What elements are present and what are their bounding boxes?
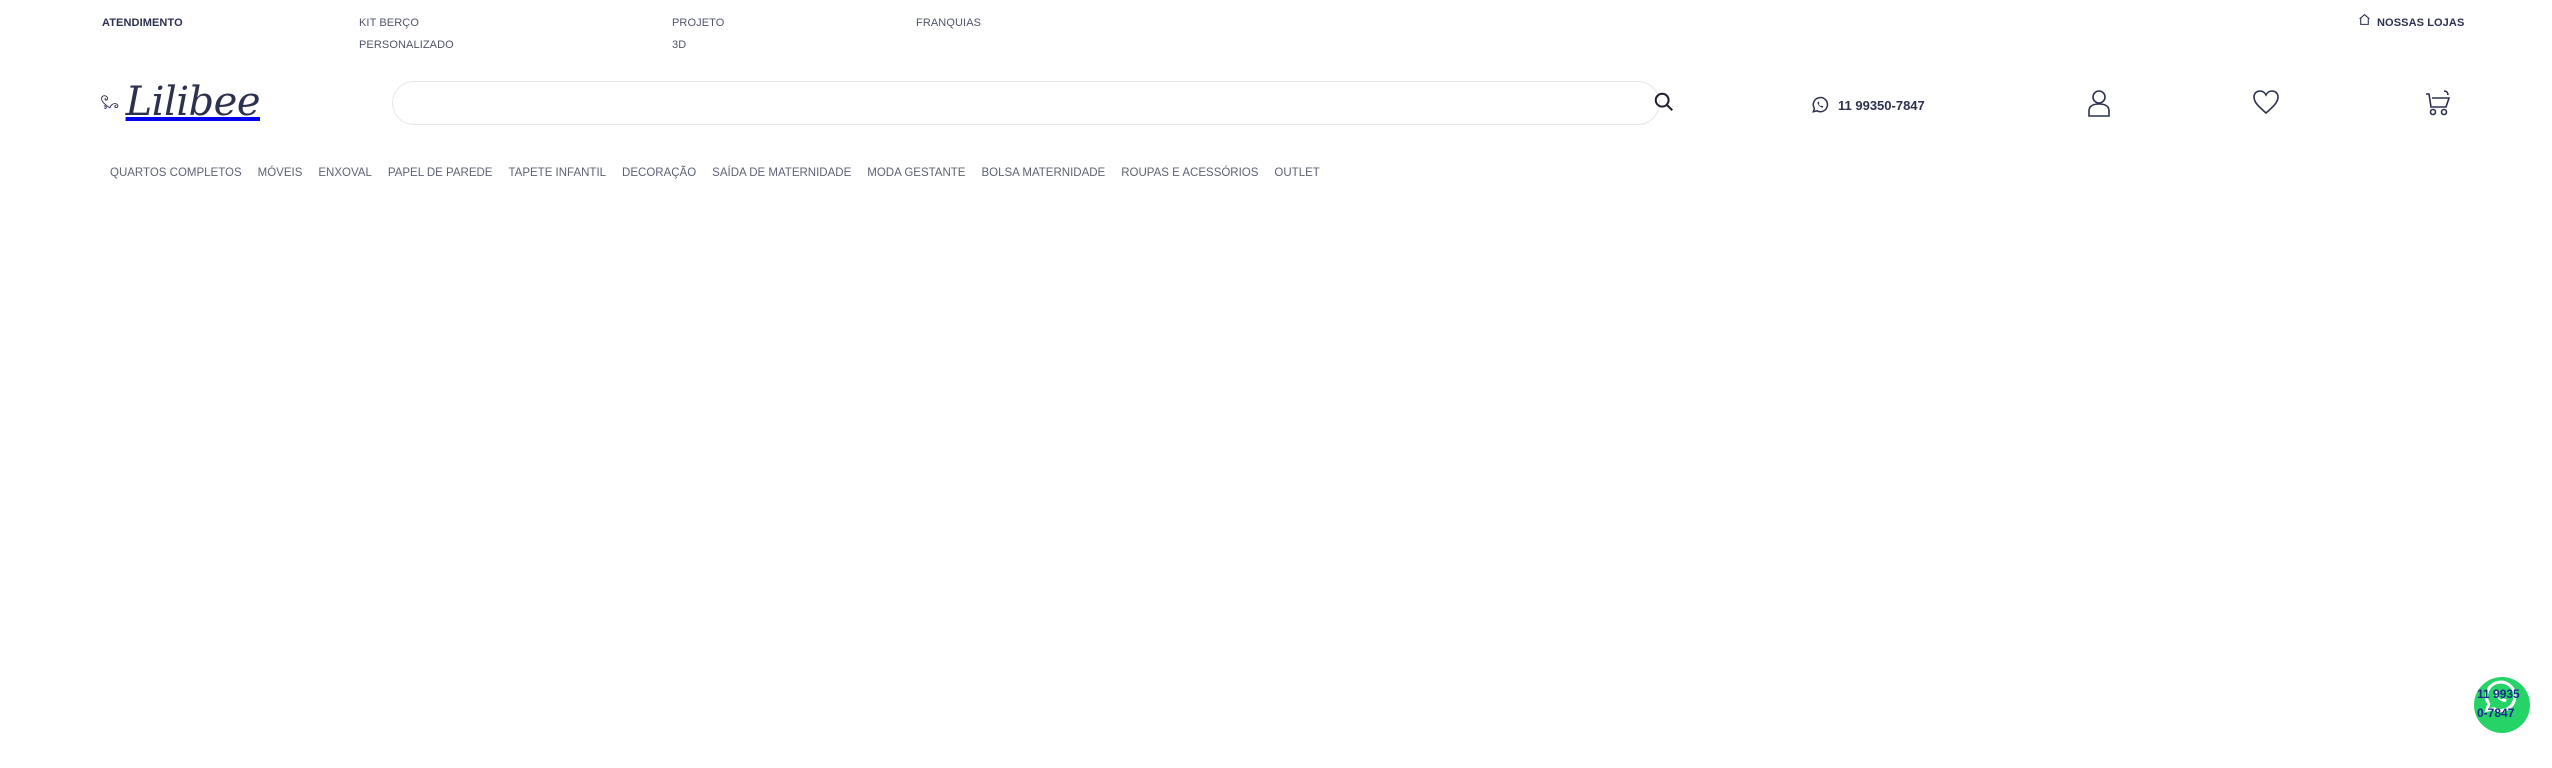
wishlist-button[interactable] [2252, 89, 2280, 115]
phone-number: 11 99350-7847 [1838, 97, 1925, 113]
account-button[interactable] [2086, 89, 2112, 117]
nav-moveis[interactable]: MÓVEIS [250, 162, 311, 184]
user-icon [2088, 90, 2110, 117]
nossas-lojas-label: NOSSAS LOJAS [2377, 17, 2465, 29]
nav-enxoval[interactable]: ENXOVAL [310, 162, 379, 184]
nav-quartos-completos[interactable]: QUARTOS COMPLETOS [102, 162, 250, 184]
link-nossas-lojas[interactable]: NOSSAS LOJAS [2358, 12, 2464, 34]
nav-moda-gestante[interactable]: MODA GESTANTE [859, 162, 973, 184]
logo-text: Lilibee [125, 79, 261, 125]
link-franquias[interactable]: FRANQUIAS [916, 12, 981, 34]
search-button[interactable] [1650, 88, 1678, 116]
nav-bolsa-maternidade[interactable]: BOLSA MATERNIDADE [973, 162, 1113, 184]
whatsapp-float-number: 11 99350-7847 [2477, 687, 2520, 720]
search-input[interactable] [393, 82, 1659, 124]
nav-saida-de-maternidade[interactable]: SAÍDA DE MATERNIDADE [704, 162, 859, 184]
nav-outlet[interactable]: OUTLET [1266, 162, 1327, 184]
search-box [392, 81, 1660, 125]
search-icon [1654, 92, 1673, 111]
nav-papel-de-parede[interactable]: PAPEL DE PAREDE [380, 162, 501, 184]
home-icon [2358, 12, 2371, 34]
heart-icon [2253, 90, 2279, 115]
nav-roupas-e-acessorios[interactable]: ROUPAS E ACESSÓRIOS [1113, 162, 1266, 184]
whatsapp-icon [1812, 96, 1829, 113]
logo-heart-emblem [101, 95, 119, 109]
nav-tapete-infantil[interactable]: TAPETE INFANTIL [500, 162, 614, 184]
link-kit-berco-personalizado[interactable]: KIT BERÇO PERSONALIZADO [359, 12, 469, 56]
cart-button[interactable] [2424, 89, 2452, 117]
link-projeto-3d[interactable]: PROJETO 3D [672, 12, 732, 56]
link-atendimento[interactable]: ATENDIMENTO [102, 12, 183, 34]
cart-icon [2426, 90, 2451, 116]
category-nav: QUARTOS COMPLETOS MÓVEIS ENXOVAL PAPEL D… [102, 162, 1328, 184]
whatsapp-phone-link[interactable]: 11 99350-7847 [1810, 95, 1925, 115]
nav-decoracao[interactable]: DECORAÇÃO [614, 162, 704, 184]
site-logo[interactable]: Lilibee [100, 76, 261, 128]
